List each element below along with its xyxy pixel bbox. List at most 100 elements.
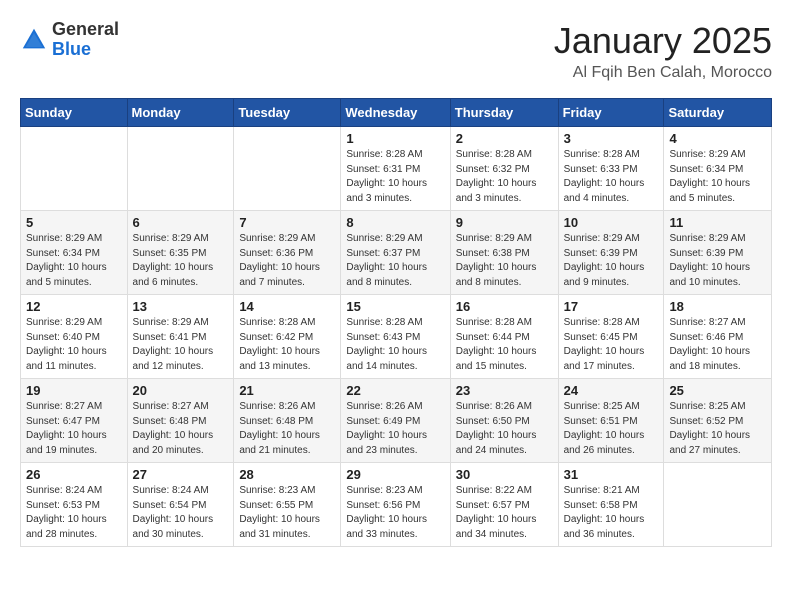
day-info: Sunrise: 8:28 AM Sunset: 6:31 PM Dayligh… xyxy=(346,148,444,206)
day-info: Sunrise: 8:24 AM Sunset: 6:53 PM Dayligh… xyxy=(26,484,122,542)
day-header-wednesday: Wednesday xyxy=(341,99,450,127)
day-number: 25 xyxy=(669,383,766,398)
day-number: 15 xyxy=(346,299,444,314)
day-info: Sunrise: 8:29 AM Sunset: 6:34 PM Dayligh… xyxy=(669,148,766,206)
calendar-week-1: 1 Sunrise: 8:28 AM Sunset: 6:31 PM Daylig… xyxy=(21,127,772,211)
title-block: January 2025 Al Fqih Ben Calah, Morocco xyxy=(554,20,772,82)
day-number: 23 xyxy=(456,383,553,398)
calendar-cell xyxy=(664,463,772,547)
calendar-table: SundayMondayTuesdayWednesdayThursdayFrid… xyxy=(20,98,772,547)
day-info: Sunrise: 8:27 AM Sunset: 6:47 PM Dayligh… xyxy=(26,400,122,458)
day-info: Sunrise: 8:23 AM Sunset: 6:56 PM Dayligh… xyxy=(346,484,444,542)
day-info: Sunrise: 8:27 AM Sunset: 6:48 PM Dayligh… xyxy=(133,400,229,458)
calendar-cell: 25 Sunrise: 8:25 AM Sunset: 6:52 PM Dayli… xyxy=(664,379,772,463)
day-number: 19 xyxy=(26,383,122,398)
day-number: 7 xyxy=(239,215,335,230)
calendar-cell: 20Sunrise: 8:27 AM Sunset: 6:48 PM Dayli… xyxy=(127,379,234,463)
calendar-cell: 16 Sunrise: 8:28 AM Sunset: 6:44 PM Dayli… xyxy=(450,295,558,379)
day-info: Sunrise: 8:26 AM Sunset: 6:48 PM Dayligh… xyxy=(239,400,335,458)
calendar-cell: 19 Sunrise: 8:27 AM Sunset: 6:47 PM Dayli… xyxy=(21,379,128,463)
day-header-saturday: Saturday xyxy=(664,99,772,127)
calendar-week-4: 19 Sunrise: 8:27 AM Sunset: 6:47 PM Dayli… xyxy=(21,379,772,463)
day-header-sunday: Sunday xyxy=(21,99,128,127)
calendar-week-2: 5 Sunrise: 8:29 AM Sunset: 6:34 PM Daylig… xyxy=(21,211,772,295)
page-header: General Blue January 2025 Al Fqih Ben Ca… xyxy=(20,20,772,82)
day-number: 13 xyxy=(133,299,229,314)
day-info: Sunrise: 8:26 AM Sunset: 6:49 PM Dayligh… xyxy=(346,400,444,458)
calendar-cell: 23 Sunrise: 8:26 AM Sunset: 6:50 PM Dayli… xyxy=(450,379,558,463)
calendar-cell: 9Sunrise: 8:29 AM Sunset: 6:38 PM Daylig… xyxy=(450,211,558,295)
day-info: Sunrise: 8:28 AM Sunset: 6:42 PM Dayligh… xyxy=(239,316,335,374)
day-number: 22 xyxy=(346,383,444,398)
calendar-cell: 4 Sunrise: 8:29 AM Sunset: 6:34 PM Daylig… xyxy=(664,127,772,211)
day-info: Sunrise: 8:29 AM Sunset: 6:41 PM Dayligh… xyxy=(133,316,229,374)
calendar-cell: 15 Sunrise: 8:28 AM Sunset: 6:43 PM Dayli… xyxy=(341,295,450,379)
day-number: 1 xyxy=(346,131,444,146)
day-info: Sunrise: 8:28 AM Sunset: 6:33 PM Dayligh… xyxy=(564,148,659,206)
calendar-body: 1 Sunrise: 8:28 AM Sunset: 6:31 PM Daylig… xyxy=(21,127,772,547)
calendar-cell: 30Sunrise: 8:22 AM Sunset: 6:57 PM Dayli… xyxy=(450,463,558,547)
day-number: 8 xyxy=(346,215,444,230)
calendar-week-3: 12Sunrise: 8:29 AM Sunset: 6:40 PM Dayli… xyxy=(21,295,772,379)
calendar-cell: 28Sunrise: 8:23 AM Sunset: 6:55 PM Dayli… xyxy=(234,463,341,547)
day-number: 10 xyxy=(564,215,659,230)
day-number: 9 xyxy=(456,215,553,230)
calendar-cell: 21Sunrise: 8:26 AM Sunset: 6:48 PM Dayli… xyxy=(234,379,341,463)
calendar-cell: 29Sunrise: 8:23 AM Sunset: 6:56 PM Dayli… xyxy=(341,463,450,547)
day-number: 26 xyxy=(26,467,122,482)
day-info: Sunrise: 8:26 AM Sunset: 6:50 PM Dayligh… xyxy=(456,400,553,458)
calendar-cell: 5 Sunrise: 8:29 AM Sunset: 6:34 PM Daylig… xyxy=(21,211,128,295)
day-info: Sunrise: 8:28 AM Sunset: 6:44 PM Dayligh… xyxy=(456,316,553,374)
calendar-cell xyxy=(21,127,128,211)
day-info: Sunrise: 8:29 AM Sunset: 6:34 PM Dayligh… xyxy=(26,232,122,290)
calendar-cell: 22 Sunrise: 8:26 AM Sunset: 6:49 PM Dayli… xyxy=(341,379,450,463)
day-header-friday: Friday xyxy=(558,99,664,127)
day-number: 5 xyxy=(26,215,122,230)
day-info: Sunrise: 8:27 AM Sunset: 6:46 PM Dayligh… xyxy=(669,316,766,374)
day-number: 14 xyxy=(239,299,335,314)
day-number: 31 xyxy=(564,467,659,482)
logo: General Blue xyxy=(20,20,119,60)
day-number: 17 xyxy=(564,299,659,314)
day-info: Sunrise: 8:25 AM Sunset: 6:51 PM Dayligh… xyxy=(564,400,659,458)
day-number: 3 xyxy=(564,131,659,146)
day-number: 11 xyxy=(669,215,766,230)
day-number: 4 xyxy=(669,131,766,146)
calendar-cell: 17Sunrise: 8:28 AM Sunset: 6:45 PM Dayli… xyxy=(558,295,664,379)
day-header-thursday: Thursday xyxy=(450,99,558,127)
calendar-cell: 31 Sunrise: 8:21 AM Sunset: 6:58 PM Dayli… xyxy=(558,463,664,547)
day-info: Sunrise: 8:28 AM Sunset: 6:32 PM Dayligh… xyxy=(456,148,553,206)
calendar-cell: 3 Sunrise: 8:28 AM Sunset: 6:33 PM Daylig… xyxy=(558,127,664,211)
day-header-tuesday: Tuesday xyxy=(234,99,341,127)
day-number: 16 xyxy=(456,299,553,314)
calendar-cell: 2 Sunrise: 8:28 AM Sunset: 6:32 PM Daylig… xyxy=(450,127,558,211)
calendar-header: SundayMondayTuesdayWednesdayThursdayFrid… xyxy=(21,99,772,127)
calendar-cell: 1 Sunrise: 8:28 AM Sunset: 6:31 PM Daylig… xyxy=(341,127,450,211)
day-number: 18 xyxy=(669,299,766,314)
day-info: Sunrise: 8:29 AM Sunset: 6:37 PM Dayligh… xyxy=(346,232,444,290)
calendar-cell: 8 Sunrise: 8:29 AM Sunset: 6:37 PM Daylig… xyxy=(341,211,450,295)
calendar-cell: 6Sunrise: 8:29 AM Sunset: 6:35 PM Daylig… xyxy=(127,211,234,295)
day-number: 24 xyxy=(564,383,659,398)
day-info: Sunrise: 8:25 AM Sunset: 6:52 PM Dayligh… xyxy=(669,400,766,458)
day-number: 2 xyxy=(456,131,553,146)
calendar-cell: 14 Sunrise: 8:28 AM Sunset: 6:42 PM Dayli… xyxy=(234,295,341,379)
day-info: Sunrise: 8:28 AM Sunset: 6:43 PM Dayligh… xyxy=(346,316,444,374)
calendar-cell: 24 Sunrise: 8:25 AM Sunset: 6:51 PM Dayli… xyxy=(558,379,664,463)
calendar-cell: 18 Sunrise: 8:27 AM Sunset: 6:46 PM Dayli… xyxy=(664,295,772,379)
day-number: 27 xyxy=(133,467,229,482)
logo-blue: Blue xyxy=(52,40,119,60)
day-header-monday: Monday xyxy=(127,99,234,127)
calendar-cell: 12Sunrise: 8:29 AM Sunset: 6:40 PM Dayli… xyxy=(21,295,128,379)
day-info: Sunrise: 8:21 AM Sunset: 6:58 PM Dayligh… xyxy=(564,484,659,542)
day-info: Sunrise: 8:29 AM Sunset: 6:40 PM Dayligh… xyxy=(26,316,122,374)
calendar-week-5: 26 Sunrise: 8:24 AM Sunset: 6:53 PM Dayli… xyxy=(21,463,772,547)
day-info: Sunrise: 8:23 AM Sunset: 6:55 PM Dayligh… xyxy=(239,484,335,542)
calendar-cell: 27Sunrise: 8:24 AM Sunset: 6:54 PM Dayli… xyxy=(127,463,234,547)
calendar-cell: 7Sunrise: 8:29 AM Sunset: 6:36 PM Daylig… xyxy=(234,211,341,295)
day-number: 30 xyxy=(456,467,553,482)
logo-general: General xyxy=(52,20,119,40)
logo-text: General Blue xyxy=(52,20,119,60)
calendar-cell: 13 Sunrise: 8:29 AM Sunset: 6:41 PM Dayli… xyxy=(127,295,234,379)
calendar-cell: 11Sunrise: 8:29 AM Sunset: 6:39 PM Dayli… xyxy=(664,211,772,295)
